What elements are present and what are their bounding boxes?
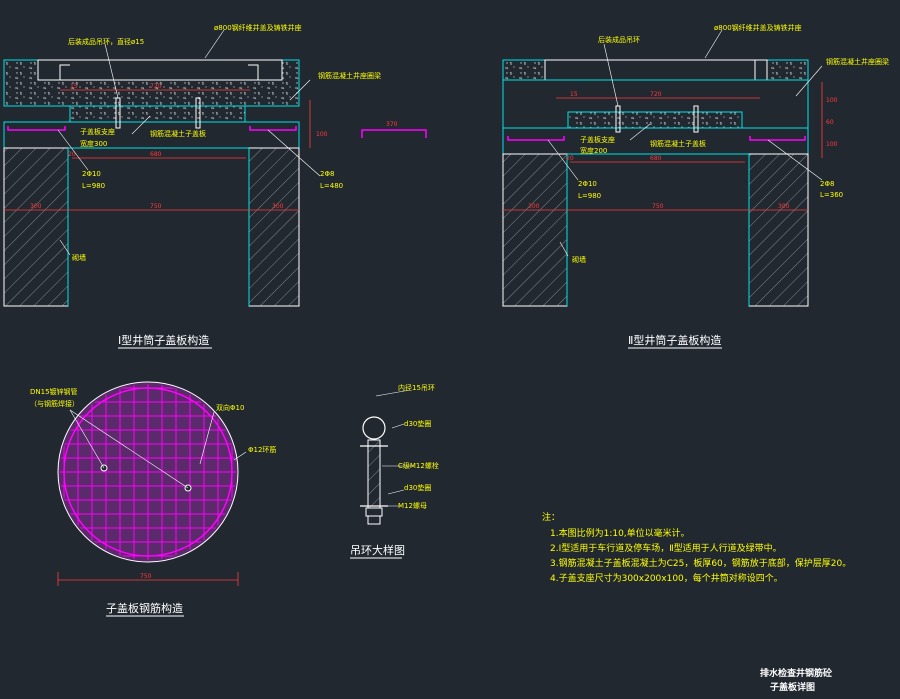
label-ring-beam-2: 钢筋混凝土井座圈梁 [826, 57, 889, 66]
dim-300-left-2: 300 [528, 203, 540, 210]
sub-cover-slab-2 [567, 111, 743, 129]
label-rebar-right-1: 2Φ8 [320, 170, 334, 178]
label-sub-cover-1: 钢筋混凝土子盖板 [150, 129, 206, 138]
label-lift-ring-2: 后装成品吊环 [598, 35, 640, 44]
dim-300-right: 300 [272, 203, 284, 210]
label-brick-1: 砌墙 [72, 253, 86, 262]
section-type2: 720 15 20 680 300 750 300 100 60 100 ø80… [502, 23, 889, 349]
cover-frame-2 [544, 59, 768, 81]
cad-canvas: 720 15 20 680 300 750 300 100 370 ø800钢纤… [3, 23, 889, 693]
label-ring-rebar: Φ12环筋 [248, 445, 276, 454]
bolt-shank [367, 439, 381, 509]
label-pipe-1: DN15镀锌钢管 [30, 387, 78, 396]
dim-15-2: 15 [570, 91, 578, 98]
title-line-2: 子盖板详图 [770, 681, 815, 693]
dim-720: 720 [150, 83, 162, 90]
sub-cover-slab [69, 105, 246, 123]
hook-title: 吊环大样图 [350, 543, 405, 557]
label-support-1: 子盖板支座 [80, 127, 115, 136]
sub-cover-plan: DN15镀锌钢管 （与钢筋焊接） 双向Φ10 Φ12环筋 750 子盖板钢筋构造 [30, 381, 276, 617]
label-top-cover-1: ø800钢纤维井盖及铸铁井座 [214, 23, 302, 32]
dim-300-left: 300 [30, 203, 42, 210]
plan-title: 子盖板钢筋构造 [106, 601, 183, 615]
label-hook-ring: 内径15吊环 [398, 383, 435, 392]
rebar-right [249, 126, 297, 131]
dim-720-2: 720 [650, 91, 662, 98]
label-rebar-right-len-2: L=360 [820, 191, 843, 199]
label-rebar-left-len-1: L=980 [82, 182, 105, 190]
label-sub-cover-2: 钢筋混凝土子盖板 [650, 139, 706, 148]
right-brick-wall-2 [748, 153, 809, 307]
label-width-2: 宽度200 [580, 146, 607, 155]
title-line-1: 排水检查井钢筋砼 [760, 667, 833, 679]
label-rebar-right-len-1: L=480 [320, 182, 343, 190]
dim-750: 750 [150, 203, 162, 210]
dim-100: 100 [316, 131, 328, 138]
note-4: 4.子盖支座尺寸为300x200x100，每个井筒对称设四个。 [550, 572, 783, 584]
dim-diameter: 750 [140, 573, 152, 580]
rebar-left [7, 126, 66, 131]
label-nut: M12螺母 [398, 501, 427, 510]
section1-title: Ⅰ型井筒子盖板构造 [118, 333, 209, 347]
dim-750-2: 750 [652, 203, 664, 210]
label-width-1: 宽度300 [80, 139, 107, 148]
dim-300-right-2: 300 [778, 203, 790, 210]
section-type1: 720 15 20 680 300 750 300 100 370 ø800钢纤… [3, 23, 427, 349]
dim-680-2: 680 [650, 155, 662, 162]
label-rebar-right-2: 2Φ8 [820, 180, 834, 188]
cad-drawing: 720 15 20 680 300 750 300 100 370 ø800钢纤… [0, 0, 900, 699]
label-washer-top: d30垫圈 [404, 419, 431, 428]
rebar-right-2 [749, 136, 806, 141]
dim-20-2: 20 [566, 155, 574, 162]
left-brick-wall [3, 147, 69, 307]
cover-frame [37, 59, 283, 81]
note-1: 1.本图比例为1:10,单位以毫米计。 [550, 527, 690, 539]
title-block: 排水检查井钢筋砼 子盖板详图 [760, 667, 833, 693]
label-top-cover-2: ø800钢纤维井盖及铸铁井座 [714, 23, 802, 32]
dim-680: 680 [150, 151, 162, 158]
left-brick-wall-2 [502, 153, 568, 307]
dim-v100-a: 100 [826, 97, 838, 104]
label-brick-2: 砌墙 [572, 255, 586, 264]
inset-rebar [361, 129, 427, 138]
note-2: 2.Ⅰ型适用于车行道及停车场，Ⅱ型适用于人行道及绿带中。 [550, 542, 782, 554]
rebar-left-2 [507, 136, 565, 141]
notes: 注： 1.本图比例为1:10,单位以毫米计。 2.Ⅰ型适用于车行道及停车场，Ⅱ型… [542, 511, 851, 584]
label-washer-bottom: d30垫圈 [404, 483, 431, 492]
label-ring-beam-1: 钢筋混凝土井座圈梁 [318, 71, 381, 80]
right-brick-wall [248, 147, 300, 307]
label-bolt: C级M12螺栓 [398, 461, 439, 470]
label-support-2: 子盖板支座 [580, 135, 615, 144]
dim-15: 15 [70, 83, 78, 90]
label-lift-ring-1: 后装成品吊环，直径ø15 [68, 37, 144, 46]
note-3: 3.钢筋混凝土子盖板混凝土为C25，板厚60，钢筋放于底部，保护层厚20。 [550, 557, 851, 569]
dim-inset: 370 [386, 121, 398, 128]
section2-title: Ⅱ型井筒子盖板构造 [628, 333, 721, 347]
nut [365, 507, 383, 517]
dim-v100-b: 100 [826, 141, 838, 148]
dim-v60: 60 [826, 119, 834, 126]
label-pipe-2: （与钢筋焊接） [30, 399, 79, 408]
label-rebar-left-2: 2Φ10 [578, 180, 597, 188]
lift-ring-detail: 内径15吊环 d30垫圈 C级M12螺栓 d30垫圈 M12螺母 吊环大样图 [350, 383, 439, 559]
notes-heading: 注： [542, 511, 560, 523]
ring-loop [362, 416, 386, 440]
label-mesh: 双向Φ10 [216, 403, 244, 412]
label-rebar-left-1: 2Φ10 [82, 170, 101, 178]
label-rebar-left-len-2: L=980 [578, 192, 601, 200]
